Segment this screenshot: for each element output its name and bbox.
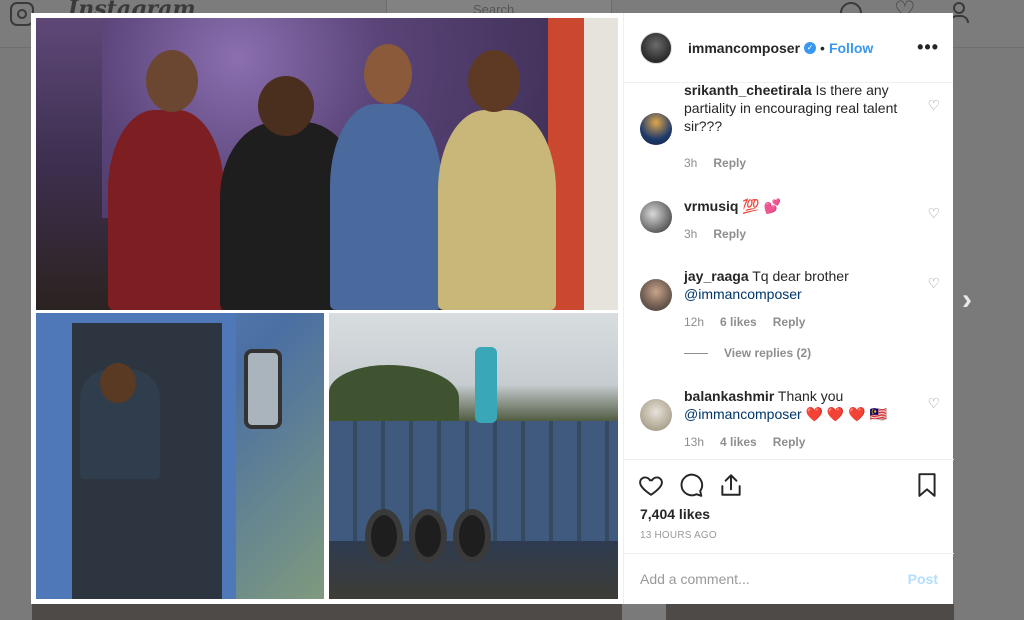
comment-emoji: ❤️ ❤️ ❤️ 🇲🇾 [801, 406, 887, 422]
comment-username[interactable]: jay_raaga [684, 268, 749, 284]
like-icon[interactable] [638, 472, 664, 498]
replies-divider [684, 352, 708, 354]
commenter-avatar[interactable] [640, 279, 672, 311]
group-photo [36, 18, 618, 310]
truck-wheel [409, 509, 447, 563]
comment-item: jay_raaga Tq dear brother @immancomposer… [640, 267, 940, 337]
comment-time[interactable]: 12h [684, 315, 704, 329]
comment-like-heart-icon[interactable]: ♡ [927, 275, 940, 292]
comment-like-heart-icon[interactable]: ♡ [927, 395, 940, 412]
comment-like-heart-icon[interactable]: ♡ [927, 205, 940, 222]
trees [329, 365, 459, 425]
comment-meta: 12h 6 likes Reply [684, 315, 821, 329]
comment-meta: 3h Reply [684, 156, 762, 170]
view-replies-label[interactable]: View replies (2) [724, 346, 811, 360]
commenter-avatar[interactable] [640, 201, 672, 233]
comment-username[interactable]: balankashmir [684, 388, 774, 404]
more-options-icon[interactable]: ••• [917, 37, 939, 58]
comment-input[interactable] [640, 571, 908, 587]
follow-button[interactable]: Follow [829, 40, 873, 56]
comment-like-heart-icon[interactable]: ♡ [927, 97, 940, 114]
comment-text: vrmusiq 💯 💕 [684, 197, 920, 215]
comment-likes[interactable]: 4 likes [720, 435, 757, 449]
comment-username[interactable]: srikanth_cheetirala [684, 83, 812, 98]
share-icon[interactable] [718, 472, 744, 498]
comment-text: balankashmir Thank you @immancomposer ❤️… [684, 387, 920, 423]
comment-meta: 13h 4 likes Reply [684, 435, 821, 449]
person-head [468, 50, 520, 112]
comment-likes[interactable]: 6 likes [720, 315, 757, 329]
truck-wheel [365, 509, 403, 563]
next-post-chevron-icon[interactable]: › [962, 285, 972, 315]
reply-button[interactable]: Reply [773, 435, 806, 449]
comment-message: Tq dear brother [748, 268, 849, 284]
commenter-avatar[interactable] [640, 399, 672, 431]
person-khaki-shirt [438, 110, 556, 310]
comments-list[interactable]: srikanth_cheetirala Is there any partial… [624, 83, 954, 459]
comment-item: srikanth_cheetirala Is there any partial… [640, 83, 940, 171]
post-media[interactable] [31, 13, 623, 604]
comment-time[interactable]: 3h [684, 227, 697, 241]
owner-avatar[interactable] [640, 31, 672, 64]
background-thumbnail-row [32, 604, 622, 620]
comment-mention[interactable]: @immancomposer [684, 286, 802, 302]
person-head [146, 50, 198, 112]
reply-button[interactable]: Reply [773, 315, 806, 329]
comment-text: jay_raaga Tq dear brother @immancomposer [684, 267, 920, 303]
comment-text: srikanth_cheetirala Is there any partial… [684, 83, 920, 135]
comment-message: 💯 💕 [738, 198, 782, 214]
comment-mention[interactable]: @immancomposer [684, 406, 802, 422]
person-blue-shirt [330, 104, 442, 310]
side-mirror [244, 349, 282, 429]
comment-icon[interactable] [678, 472, 704, 498]
comment-meta: 3h Reply [684, 227, 762, 241]
post-modal: immancomposer ✓ • Follow ••• srikanth_ch… [31, 13, 954, 604]
view-replies-button[interactable]: View replies (2) [684, 346, 811, 360]
owner-username[interactable]: immancomposer [688, 40, 800, 56]
comment-item: vrmusiq 💯 💕 3h Reply ♡ [640, 197, 940, 257]
comment-time[interactable]: 3h [684, 156, 697, 170]
comment-item: balankashmir Thank you @immancomposer ❤️… [640, 387, 940, 457]
truck-cab-photo [36, 313, 324, 599]
add-comment-bar: Post [624, 553, 954, 604]
reply-button[interactable]: Reply [713, 227, 746, 241]
person-head [364, 44, 412, 104]
person-red-shirt [108, 110, 224, 310]
comment-message: Thank you [774, 388, 844, 404]
post-timestamp[interactable]: 13 HOURS AGO [640, 530, 717, 541]
commenter-avatar[interactable] [640, 113, 672, 145]
post-sidebar: immancomposer ✓ • Follow ••• srikanth_ch… [623, 13, 954, 604]
bookmark-icon[interactable] [914, 472, 940, 498]
truck-wheel [453, 509, 491, 563]
post-actions: 7,404 likes 13 HOURS AGO [624, 459, 954, 553]
post-header: immancomposer ✓ • Follow ••• [624, 13, 953, 83]
comment-time[interactable]: 13h [684, 435, 704, 449]
reply-button[interactable]: Reply [713, 156, 746, 170]
background-thumbnail-row [666, 604, 954, 620]
post-comment-button[interactable]: Post [908, 571, 938, 587]
separator-dot: • [820, 39, 825, 56]
white-wall [584, 18, 618, 310]
comment-username[interactable]: vrmusiq [684, 198, 738, 214]
person-standing-on-truck [475, 347, 497, 423]
likes-count[interactable]: 7,404 likes [640, 506, 710, 522]
person-head [258, 76, 314, 136]
truck-bed-photo [329, 313, 618, 599]
verified-badge-icon: ✓ [804, 41, 817, 54]
driver-head [100, 363, 136, 403]
